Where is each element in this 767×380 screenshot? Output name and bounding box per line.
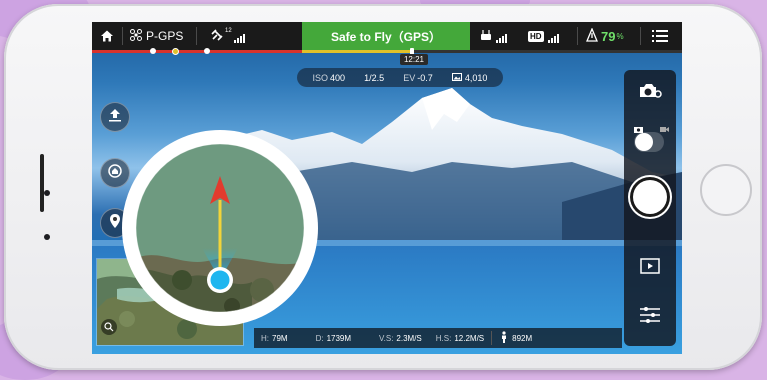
- divider: [122, 27, 123, 45]
- gps-status[interactable]: 12: [210, 22, 245, 50]
- shutter-button[interactable]: [633, 180, 667, 214]
- vertical-speed-readout: V.S: 2.3M/S: [379, 333, 422, 343]
- playback-icon[interactable]: [640, 258, 660, 279]
- drone-icon: [130, 28, 142, 44]
- toggle-knob: [635, 133, 653, 151]
- rc-signal[interactable]: [480, 22, 507, 50]
- photo-video-toggle[interactable]: [634, 132, 664, 152]
- battery-status[interactable]: 79 %: [586, 22, 624, 50]
- iso-readout: ISO 400: [312, 72, 346, 83]
- timeline-critical-segment: [92, 50, 302, 53]
- radar-map: [135, 143, 305, 313]
- rc-signal-bars: [495, 29, 507, 43]
- hd-signal-bars: [547, 29, 559, 43]
- camera-control-panel: [624, 70, 676, 346]
- hd-signal[interactable]: HD: [528, 22, 559, 50]
- flight-mode-label: P-GPS: [146, 29, 184, 43]
- ev-readout: EV -0.7: [403, 72, 433, 83]
- camera-exposure-bar[interactable]: ISO 400 1/2.5 EV -0.7 4,010: [297, 68, 503, 87]
- user-location-icon: [210, 270, 230, 290]
- battery-percent: 79: [601, 28, 616, 44]
- height-readout: H: 79M: [261, 333, 288, 343]
- waypoint-icon: [108, 213, 122, 234]
- home-pilot-icon: [500, 331, 508, 345]
- camera-settings-icon[interactable]: [638, 82, 662, 105]
- divider: [577, 27, 578, 45]
- phone-sensor-dot: [44, 234, 50, 240]
- zoom-icon[interactable]: [101, 319, 117, 335]
- shutter-readout: 1/2.5: [364, 72, 385, 83]
- divider: [196, 27, 197, 45]
- timeline-low-segment: [302, 50, 412, 53]
- gps-count: 12: [225, 28, 232, 34]
- flight-status-banner[interactable]: Safe to Fly（GPS）: [302, 22, 470, 50]
- flight-status-text: Safe to Fly（GPS）: [330, 29, 442, 44]
- timeline-home-marker: [172, 48, 179, 55]
- timeline-marker: [204, 48, 210, 54]
- app-screen: P-GPS 12 Safe to Fly（GPS） HD 79 % 12:21 …: [92, 22, 682, 354]
- menu-icon[interactable]: [652, 22, 668, 50]
- distance-readout: D: 1739M: [315, 333, 352, 343]
- timeline-marker: [150, 48, 156, 54]
- home-distance-readout: 892M: [491, 331, 539, 345]
- storage-readout: 4,010: [451, 72, 487, 83]
- remote-controller-icon: [480, 29, 492, 44]
- photo-storage-icon: [451, 72, 462, 83]
- phone-home-button[interactable]: [700, 164, 752, 216]
- battery-timeline: [92, 48, 682, 55]
- gps-signal-bars: [233, 29, 245, 43]
- return-home-icon: [107, 163, 123, 184]
- phone-camera-dot: [44, 190, 50, 196]
- home-icon[interactable]: [100, 22, 114, 50]
- remaining-flight-time: 12:21: [400, 54, 428, 65]
- hd-label: HD: [528, 30, 544, 42]
- horizontal-speed-readout: H.S: 12.2M/S: [435, 333, 485, 343]
- top-status-bar: P-GPS 12 Safe to Fly（GPS） HD 79 %: [92, 22, 682, 50]
- phone-speaker: [40, 154, 44, 212]
- battery-unit: %: [616, 31, 624, 41]
- telemetry-bar: H: 79M D: 1739M V.S: 2.3M/S H.S: 12.2M/S 892…: [254, 328, 622, 348]
- auto-takeoff-button[interactable]: [100, 102, 130, 132]
- auto-takeoff-icon: [107, 107, 123, 128]
- divider: [640, 27, 641, 45]
- flight-mode[interactable]: P-GPS: [130, 22, 183, 50]
- battery-icon: [586, 26, 598, 45]
- satellite-icon: [210, 28, 224, 45]
- radar-indicator[interactable]: [122, 130, 318, 326]
- sliders-icon[interactable]: [639, 306, 661, 329]
